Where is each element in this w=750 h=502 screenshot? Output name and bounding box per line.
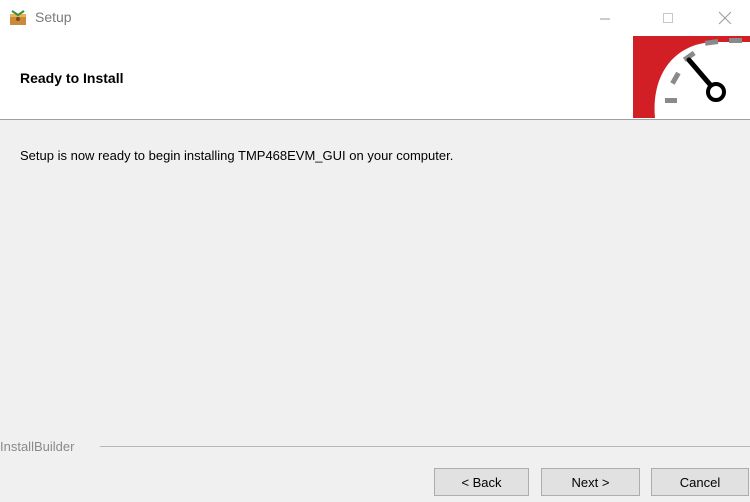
- wizard-content: Setup is now ready to begin installing T…: [0, 120, 750, 502]
- page-title: Ready to Install: [20, 70, 124, 86]
- speedometer-gauge-icon: [633, 36, 750, 118]
- ready-message: Setup is now ready to begin installing T…: [20, 148, 454, 163]
- maximize-icon: [663, 13, 673, 23]
- maximize-button[interactable]: [645, 0, 691, 36]
- close-button[interactable]: [702, 0, 748, 36]
- wizard-header: Ready to Install: [0, 36, 750, 119]
- window-title: Setup: [35, 9, 72, 25]
- branding-separator: InstallBuilder: [0, 438, 750, 454]
- close-icon: [718, 11, 732, 25]
- installbuilder-label: InstallBuilder: [0, 439, 81, 454]
- title-bar: Setup: [0, 0, 750, 36]
- minimize-icon: [600, 18, 610, 20]
- cancel-button[interactable]: Cancel: [651, 468, 749, 496]
- separator-line: [100, 446, 750, 447]
- minimize-button[interactable]: [582, 0, 628, 36]
- installer-box-icon: [10, 10, 26, 25]
- back-button[interactable]: < Back: [434, 468, 529, 496]
- next-button[interactable]: Next >: [541, 468, 640, 496]
